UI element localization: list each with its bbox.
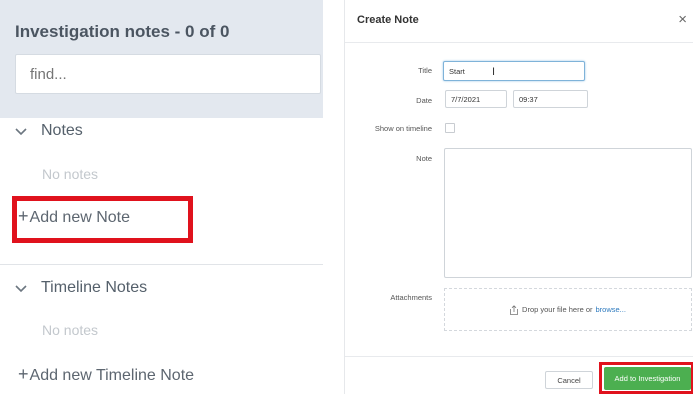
panel-title: Investigation notes - 0 of 0 [15,22,230,41]
browse-link[interactable]: browse... [596,305,626,314]
add-new-timeline-note-link[interactable]: +Add new Timeline Note [18,364,194,385]
time-input[interactable] [513,90,588,108]
dialog-footer-divider [345,356,693,357]
chevron-down-icon [15,124,35,139]
notes-section-heading: Notes [41,122,83,139]
investigation-notes-panel: Investigation notes - 0 of 0 Notes No no… [0,0,323,394]
plus-icon: + [18,206,29,226]
attachments-dropzone[interactable]: Drop your file here or browse... [444,288,692,331]
add-new-note-link[interactable]: +Add new Note [18,206,130,227]
notes-empty-text: No notes [42,166,99,182]
text-cursor-icon: I [492,66,496,78]
timeline-notes-section-toggle[interactable]: Timeline Notes [15,279,147,297]
section-divider [0,264,323,265]
timeline-notes-section-heading: Timeline Notes [41,279,148,296]
show-on-timeline-label: Show on timeline [374,124,432,133]
note-label: Note [416,154,432,163]
title-input[interactable] [443,61,585,81]
timeline-notes-empty-text: No notes [42,322,99,338]
add-new-note-label: Add new Note [29,209,131,226]
chevron-down-icon [15,281,35,296]
create-note-dialog: Create Note × Title I Date Show on timel… [344,0,693,394]
date-label: Date [416,96,432,105]
show-on-timeline-checkbox[interactable] [445,123,455,133]
notes-panel-header: Investigation notes - 0 of 0 [0,0,323,118]
note-textarea[interactable] [444,148,692,278]
title-label: Title [418,66,432,75]
plus-icon: + [18,364,29,384]
upload-icon [510,304,518,315]
dialog-title: Create Note [357,14,419,26]
add-new-timeline-note-label: Add new Timeline Note [29,367,195,384]
find-input[interactable] [15,54,321,94]
date-input[interactable] [445,90,507,108]
drop-text: Drop your file here or [522,305,593,314]
add-to-investigation-button[interactable]: Add to Investigation [604,367,691,390]
dialog-header-divider [345,42,693,43]
attachments-label: Attachments [390,293,432,302]
cancel-button[interactable]: Cancel [545,371,593,389]
notes-section-toggle[interactable]: Notes [15,122,83,140]
close-icon[interactable]: × [678,11,687,28]
